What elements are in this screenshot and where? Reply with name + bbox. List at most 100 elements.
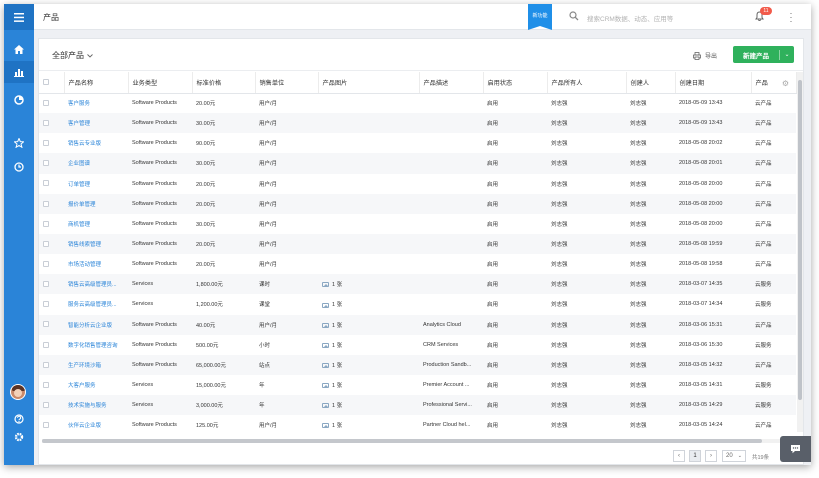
cell-product-name[interactable]: 智能分析云企业版 <box>64 314 128 335</box>
column-header-standard-price[interactable]: 标准价格 <box>192 72 256 94</box>
column-header-business-type[interactable]: 业务类型 <box>128 72 193 94</box>
vertical-scrollbar[interactable] <box>797 72 803 432</box>
row-checkbox[interactable] <box>39 294 64 314</box>
row-checkbox[interactable] <box>39 133 64 153</box>
column-header-product-owner[interactable]: 产品所有人 <box>547 72 627 94</box>
clock-icon[interactable] <box>4 156 34 178</box>
cell-product-name[interactable]: 企业图谱 <box>64 153 128 174</box>
cell-product-name[interactable]: 数字化销售管理咨询 <box>64 335 128 355</box>
image-count[interactable]: 1 张 <box>332 282 342 288</box>
table-row[interactable]: 服务云高级管理员... Services 1,200.00元 课堂 1 张 启用 刘志强 刘志… <box>39 294 796 314</box>
cell-product-name[interactable]: 大客户服务 <box>64 375 128 395</box>
cell-product-name[interactable]: 伙伴云企业版 <box>64 415 128 435</box>
cell-product-name[interactable]: 报价单管理 <box>64 193 128 214</box>
table-row[interactable]: 技术实施与服务 Services 3,000.00元年 1 张 Professional… <box>39 395 796 416</box>
table-row[interactable]: 客户管理 Software Products 30.00元 用户/月 启用 刘志强 刘志强 2… <box>39 113 796 134</box>
cell-product-name[interactable]: 商机管理 <box>64 214 128 234</box>
horizontal-scrollbar[interactable] <box>42 439 797 443</box>
cell-product-name[interactable]: 市场活动管理 <box>64 254 128 274</box>
cell-product-name[interactable]: 销售线索管理 <box>64 233 128 255</box>
table-row[interactable]: 数字化销售管理咨询 Software Products 500.00元 小时 1 张 CR… <box>39 335 796 355</box>
row-checkbox[interactable] <box>39 93 64 113</box>
cell-product-name[interactable]: 销售云高级管理员... <box>64 274 128 295</box>
pie-chart-icon[interactable] <box>4 89 34 111</box>
table-row[interactable]: 市场活动管理 Software Products 20.00元 用户/月 启用 刘志强 刘志… <box>39 254 796 274</box>
star-icon[interactable] <box>4 132 34 154</box>
row-checkbox[interactable] <box>39 354 64 375</box>
table-row[interactable]: 企业图谱 Software Products 30.00元 用户/月 启用 刘志强 刘志强 2… <box>39 153 796 174</box>
row-checkbox[interactable] <box>39 214 64 234</box>
row-checkbox[interactable] <box>39 375 64 395</box>
table-row[interactable]: 商机管理 Software Products 30.00元 用户/月 启用 刘志强 刘志强 2… <box>39 214 796 234</box>
column-settings-gear-icon[interactable]: ⚙ <box>782 79 789 88</box>
image-count[interactable]: 1 张 <box>332 363 342 369</box>
prev-page-button[interactable]: ‹ <box>673 450 685 462</box>
table-row[interactable]: 伙伴云企业版 Software Products 125.00元 用户/月 1 张 Par… <box>39 415 796 435</box>
search-icon[interactable] <box>569 11 579 21</box>
table-row[interactable]: 销售云专业版 Software Products 90.00元 用户/月 启用 刘志强 刘志… <box>39 133 796 153</box>
export-button[interactable]: 导出 <box>693 51 717 60</box>
image-count[interactable]: 1 张 <box>332 383 342 389</box>
cell-creator: 刘志强 <box>630 262 647 269</box>
bar-chart-icon[interactable] <box>4 61 34 83</box>
image-count[interactable]: 1 张 <box>332 403 342 409</box>
column-header-product-name[interactable]: 产品名称 <box>64 72 129 94</box>
cell-product-name[interactable]: 销售云专业版 <box>64 133 128 153</box>
avatar[interactable] <box>10 384 26 400</box>
new-feature-badge[interactable]: 新功能 <box>528 4 552 30</box>
image-count[interactable]: 1 张 <box>332 423 342 429</box>
table-row[interactable]: 报价单管理 Software Products 20.00元 用户/月 启用 刘志强 刘志强… <box>39 193 796 214</box>
settings-icon[interactable] <box>4 426 34 448</box>
page-size-select[interactable]: 20 ⌄ <box>722 450 746 462</box>
row-checkbox[interactable] <box>39 174 64 194</box>
table-row[interactable]: 销售云高级管理员... Services 1,800.00元 课时 1 张启用 刘志强 刘志… <box>39 274 796 295</box>
image-count[interactable]: 1 张 <box>332 323 342 329</box>
cell-product-name[interactable]: 服务云高级管理员... <box>64 294 128 314</box>
search-input[interactable]: 搜索CRM数据、动态、应用等 <box>587 13 673 23</box>
table-row[interactable]: 订单管理 Software Products 20.00元 用户/月 启用 刘志强 刘志强 2… <box>39 174 796 194</box>
row-checkbox[interactable] <box>39 395 64 416</box>
select-all-checkbox[interactable] <box>39 72 65 94</box>
row-checkbox[interactable] <box>39 113 64 134</box>
cell-product-name[interactable]: 技术实施与服务 <box>64 395 128 416</box>
image-count[interactable]: 1 张 <box>332 302 342 308</box>
row-checkbox[interactable] <box>39 314 64 335</box>
cell-product-name[interactable]: 订单管理 <box>64 174 128 194</box>
column-header-product-description[interactable]: 产品描述 <box>419 72 484 94</box>
column-header-created-date[interactable]: 创建日期 <box>675 72 752 94</box>
cell-product-name[interactable]: 客户服务 <box>64 93 128 113</box>
column-header-product-category[interactable]: 产品 <box>751 72 797 94</box>
row-checkbox[interactable] <box>39 193 64 214</box>
column-header-sales-unit[interactable]: 销售单位 <box>255 72 319 94</box>
column-header-creator[interactable]: 创建人 <box>626 72 676 94</box>
cell-created-date: 2018-03-06 15:31 <box>675 314 751 335</box>
horizontal-scroll-thumb[interactable] <box>42 439 762 443</box>
table-row[interactable]: 大客户服务 Services 15,000.00元 年 1 张 Premier Accou… <box>39 375 796 395</box>
column-header-product-image[interactable]: 产品图片 <box>318 72 420 94</box>
row-checkbox[interactable] <box>39 335 64 355</box>
chat-button[interactable] <box>780 436 811 462</box>
row-checkbox[interactable] <box>39 153 64 174</box>
table-row[interactable]: 生产环境沙箱 Software Products 65,000.00元 站点 1 张 Pr… <box>39 354 796 375</box>
table-row[interactable]: 销售线索管理 Software Products 20.00元 用户/月 启用 刘志强 刘志… <box>39 233 796 255</box>
cell-product-name[interactable]: 客户管理 <box>64 113 128 134</box>
cell-product-name[interactable]: 生产环境沙箱 <box>64 354 128 375</box>
image-count[interactable]: 1 张 <box>332 343 342 349</box>
view-filter-dropdown[interactable]: 全部产品 <box>52 50 93 61</box>
chevron-down-icon[interactable]: ⌄ <box>780 51 794 58</box>
new-product-button[interactable]: 新建产品 ⌄ <box>733 46 794 63</box>
table-row[interactable]: 客户服务 Software Products 20.00元 用户/月 启用 刘志强 刘志强 2… <box>39 93 796 113</box>
current-page-button[interactable]: 1 <box>689 450 701 462</box>
menu-icon[interactable] <box>4 4 34 30</box>
cell-product-description: CRM Services <box>423 341 459 348</box>
home-icon[interactable] <box>4 38 34 60</box>
row-checkbox[interactable] <box>39 415 64 435</box>
row-checkbox[interactable] <box>39 274 64 295</box>
column-header-status[interactable]: 启用状态 <box>483 72 548 94</box>
more-options-icon[interactable]: · · · <box>788 9 794 26</box>
row-checkbox[interactable] <box>39 233 64 255</box>
vertical-scroll-thumb[interactable] <box>798 80 802 400</box>
table-row[interactable]: 智能分析云企业版 Software Products 40.00元 用户/月 1 张 An… <box>39 314 796 335</box>
next-page-button[interactable]: › <box>705 450 717 462</box>
row-checkbox[interactable] <box>39 254 64 274</box>
